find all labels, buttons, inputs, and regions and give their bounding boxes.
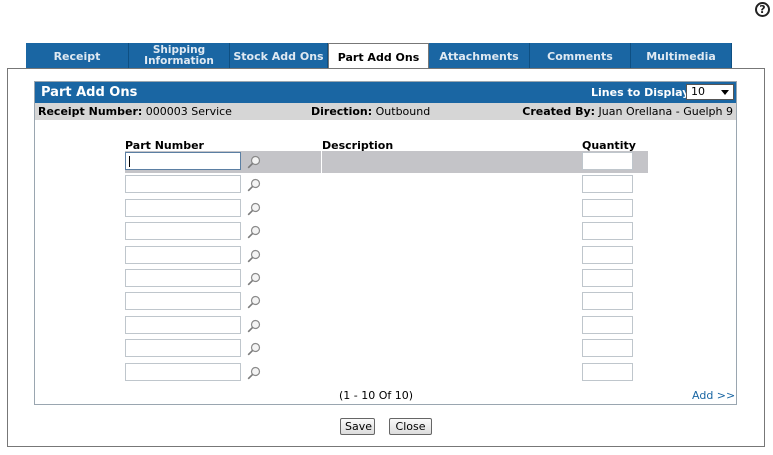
- quantity-input[interactable]: [582, 339, 633, 357]
- quantity-input[interactable]: [582, 292, 633, 310]
- tab-comments[interactable]: Comments: [530, 43, 631, 69]
- tab-receipt[interactable]: Receipt: [26, 43, 129, 69]
- help-icon[interactable]: ?: [755, 2, 770, 17]
- receipt-number: Receipt Number: 000003 Service: [38, 105, 232, 118]
- quantity-input[interactable]: [582, 222, 633, 240]
- part-number-input[interactable]: [125, 222, 241, 240]
- quantity-input[interactable]: [582, 246, 633, 264]
- quantity-input[interactable]: [582, 316, 633, 334]
- part-number-input[interactable]: [125, 292, 241, 310]
- direction: Direction: Outbound: [311, 105, 431, 118]
- part-number-input[interactable]: [125, 175, 241, 193]
- part-number-input[interactable]: [125, 316, 241, 334]
- close-button[interactable]: Close: [389, 418, 432, 435]
- quantity-input[interactable]: [582, 363, 633, 381]
- panel-title: Part Add Ons: [41, 85, 138, 100]
- part-add-ons-panel: Part Add Ons Lines to Display: 10 Receip…: [34, 81, 737, 405]
- part-number-input[interactable]: [125, 199, 241, 217]
- lines-to-display-label: Lines to Display:: [591, 86, 694, 99]
- add-link[interactable]: Add >>: [692, 389, 735, 402]
- part-number-input[interactable]: [125, 363, 241, 381]
- tab-part-add-ons[interactable]: Part Add Ons: [328, 43, 429, 70]
- search-icon[interactable]: [247, 178, 261, 192]
- search-icon[interactable]: [247, 295, 261, 309]
- search-icon[interactable]: [247, 249, 261, 263]
- lines-to-display-value: 10: [691, 85, 705, 98]
- tab-multimedia[interactable]: Multimedia: [631, 43, 732, 69]
- tab-stock-add-ons[interactable]: Stock Add Ons: [230, 43, 328, 69]
- part-number-input[interactable]: [125, 269, 241, 287]
- search-icon[interactable]: [247, 342, 261, 356]
- search-icon[interactable]: [247, 366, 261, 380]
- search-icon[interactable]: [247, 155, 261, 169]
- pager-text: (1 - 10 Of 10): [339, 389, 414, 402]
- tab-shipping-line2: Information: [144, 55, 214, 67]
- part-number-input[interactable]: [125, 246, 241, 264]
- description-divider: [321, 151, 322, 173]
- lines-to-display-select[interactable]: 10: [686, 84, 734, 100]
- receipt-info-bar: Receipt Number: 000003 Service Direction…: [35, 103, 736, 120]
- created-by: Created By: Juan Orellana - Guelph 9: [522, 105, 733, 118]
- search-icon[interactable]: [247, 319, 261, 333]
- search-icon[interactable]: [247, 272, 261, 286]
- tab-shipping-information[interactable]: Shipping Information: [129, 43, 230, 69]
- quantity-input[interactable]: [582, 269, 633, 287]
- search-icon[interactable]: [247, 225, 261, 239]
- chevron-down-icon: [721, 90, 729, 95]
- quantity-input[interactable]: [582, 152, 633, 170]
- save-button[interactable]: Save: [340, 418, 375, 435]
- tab-attachments[interactable]: Attachments: [429, 43, 530, 69]
- search-icon[interactable]: [247, 202, 261, 216]
- panel-header: Part Add Ons Lines to Display: 10: [35, 82, 736, 103]
- part-number-input[interactable]: [125, 339, 241, 357]
- quantity-input[interactable]: [582, 175, 633, 193]
- part-number-input[interactable]: [125, 152, 241, 170]
- quantity-input[interactable]: [582, 199, 633, 217]
